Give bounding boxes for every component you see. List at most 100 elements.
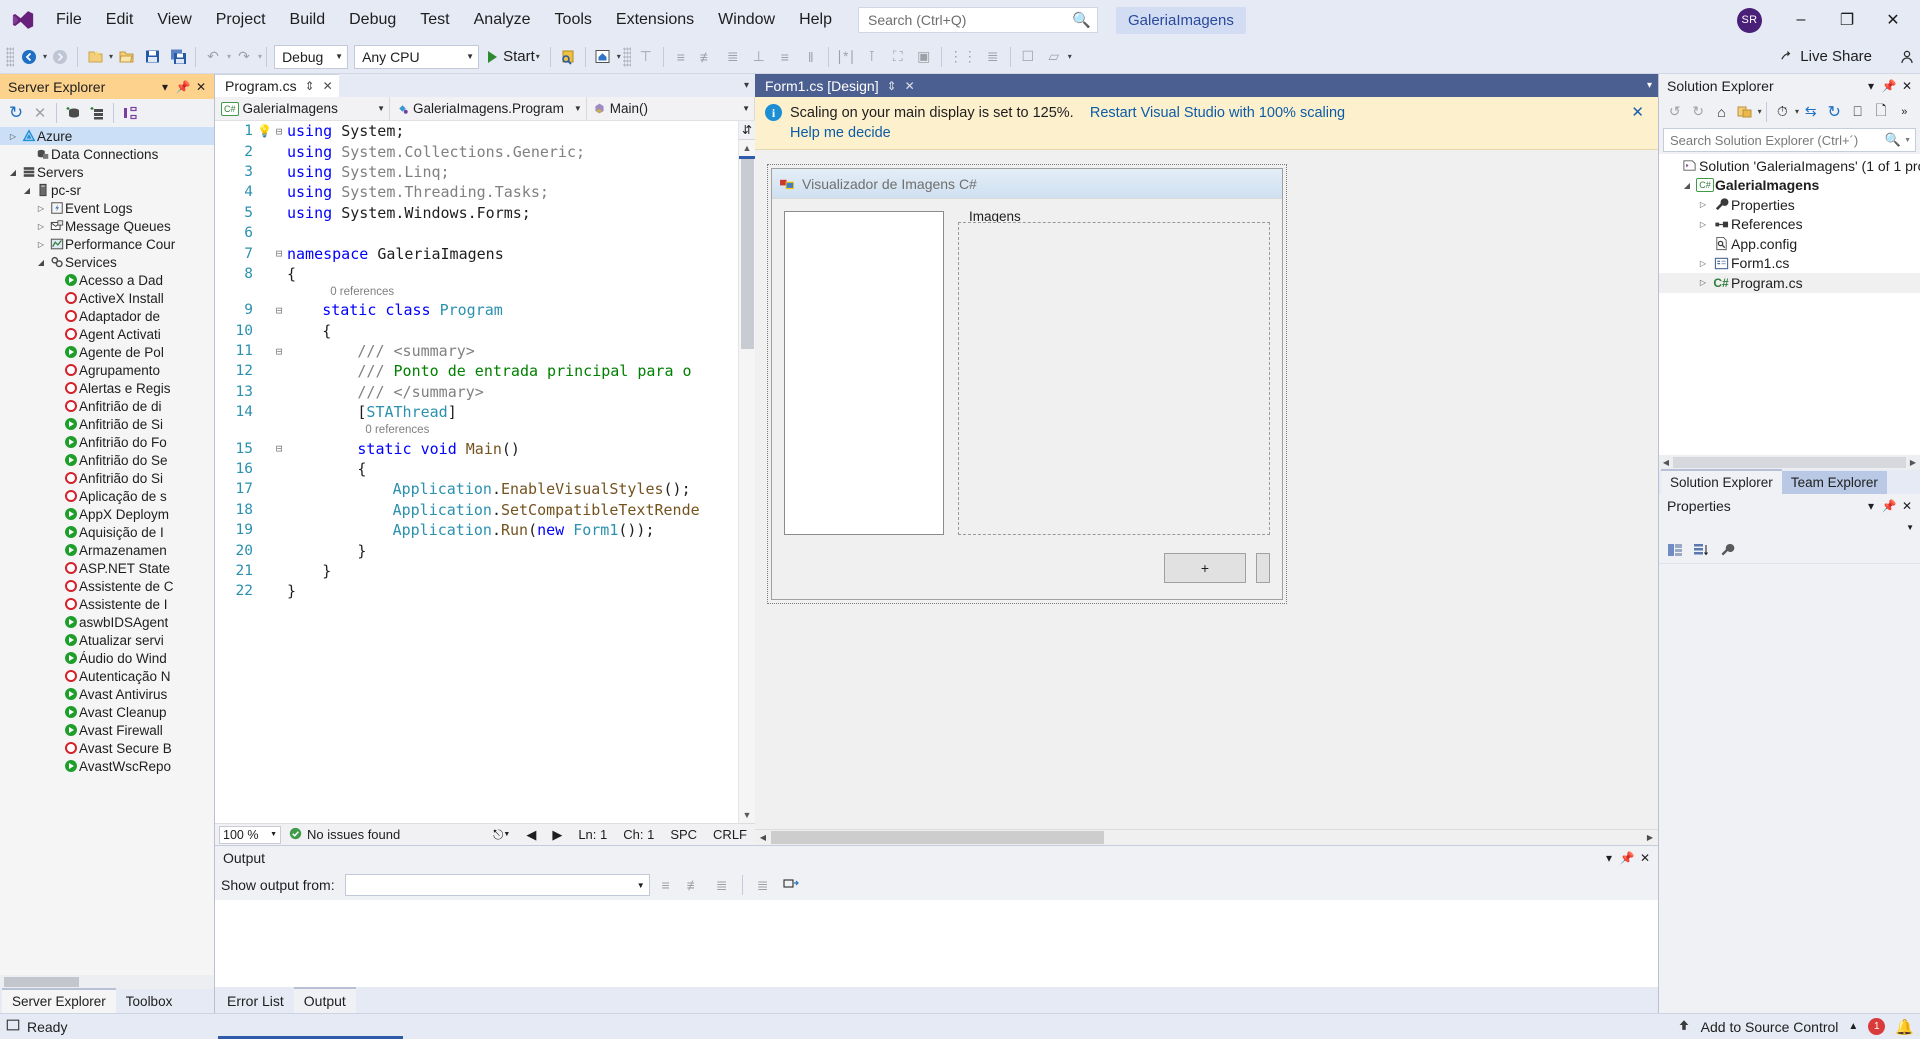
open-file-button[interactable] [113,44,139,70]
menu-edit[interactable]: Edit [94,6,146,34]
server-explorer-node[interactable]: Áudio do Wind [0,649,214,667]
add-image-button[interactable]: + [1164,553,1246,583]
code-line[interactable]: 20} [215,540,738,560]
server-explorer-node[interactable]: Data Connections [0,145,214,163]
clear-all-icon[interactable]: ≢ [682,874,706,896]
add-server-icon[interactable] [85,102,109,124]
menu-help[interactable]: Help [787,6,844,34]
code-line[interactable]: 3using System.Linq; [215,162,738,182]
solution-search-input[interactable]: Search Solution Explorer (Ctrl+´) 🔍 ▼ [1663,128,1916,152]
menu-build[interactable]: Build [278,6,338,34]
tab-pin-icon[interactable]: ⇕ [887,79,897,93]
server-explorer-node[interactable]: Assistente de C [0,577,214,595]
designer-canvas[interactable]: Visualizador de Imagens C# Imagens + [755,150,1658,829]
server-explorer-node[interactable]: Avast Secure B [0,739,214,757]
server-explorer-node[interactable]: Autenticação N [0,667,214,685]
expander-icon[interactable]: ▷ [1695,259,1711,268]
switch-views-icon[interactable] [1733,101,1756,123]
align-centers-button[interactable]: ≢ [694,44,720,70]
server-explorer-node[interactable]: ActiveX Install [0,289,214,307]
menu-view[interactable]: View [145,6,203,34]
code-line[interactable]: 4using System.Threading.Tasks; [215,182,738,202]
attach-to-process-button[interactable] [555,44,581,70]
code-line[interactable]: 17Application.EnableVisualStyles(); [215,479,738,499]
issues-status[interactable]: No issues found [281,827,408,843]
navigate-forward-button[interactable] [47,44,73,70]
server-explorer-node[interactable]: ◢pc-sr [0,181,214,199]
tab-close-icon[interactable]: ✕ [323,79,333,93]
tab-output[interactable]: Output [294,987,356,1013]
tab-close-icon[interactable]: ✕ [905,79,915,93]
tab-list-chevron-icon[interactable]: ▾ [1647,80,1652,91]
code-line[interactable]: 21} [215,561,738,581]
solution-platform-combo[interactable]: Any CPU ▼ [354,45,479,69]
refresh-icon[interactable]: ↻ [1822,101,1845,123]
server-explorer-node[interactable]: Aquisição de I [0,523,214,541]
properties-object-combo[interactable]: ▼ [1659,518,1920,536]
solution-hscrollbar[interactable]: ◀ ▶ [1659,455,1920,470]
tab-solution-explorer[interactable]: Solution Explorer [1661,469,1782,494]
close-panel-icon[interactable]: ✕ [192,77,210,97]
nav-project-combo[interactable]: C# GaleriaImagens ▼ [215,97,390,120]
tab-list-chevron-icon[interactable]: ▾ [744,80,749,91]
find-message-icon[interactable]: ≡ [654,874,678,896]
start-debug-button[interactable]: Start ▾ [482,44,546,70]
back-icon[interactable]: ↺ [1663,101,1686,123]
code-line[interactable]: 1💡⊟using System; [215,121,738,141]
code-line[interactable]: 14[STAThread] [215,402,738,422]
redo-caret-icon[interactable]: ▾ [258,52,262,61]
output-text-area[interactable] [215,900,1658,987]
window-menu-icon[interactable]: ▾ [156,77,174,97]
server-explorer-node[interactable]: Avast Cleanup [0,703,214,721]
vscroll-thumb[interactable] [741,159,754,349]
menu-file[interactable]: File [44,6,94,34]
menu-analyze[interactable]: Analyze [462,6,543,34]
output-source-combo[interactable]: ▼ [345,874,650,896]
size-to-grid-button[interactable]: ∣*∣ [833,44,859,70]
source-control-chevron-icon[interactable]: ▲ [1848,1021,1858,1032]
server-explorer-node[interactable]: Agente de Pol [0,343,214,361]
server-explorer-node[interactable]: AvastWscRepo [0,757,214,775]
code-lens-references[interactable]: 0 references [215,422,738,438]
show-all-files-icon[interactable]: 🗋 [1869,101,1892,123]
expander-icon[interactable]: ◢ [34,258,48,267]
code-line[interactable]: 15⊟static void Main() [215,438,738,458]
prev-issue-icon[interactable]: ◀ [518,827,544,843]
vertical-spacing-button[interactable]: ≣ [980,44,1006,70]
expander-icon[interactable]: ▷ [34,222,48,231]
scroll-left-icon[interactable]: ◀ [755,833,771,842]
toolbar-overflow-icon[interactable]: ▾ [1068,52,1072,61]
server-explorer-node[interactable]: ▷Message Queues [0,217,214,235]
menu-window[interactable]: Window [706,6,787,34]
server-explorer-node[interactable]: Avast Antivirus [0,685,214,703]
scroll-up-icon[interactable]: ▲ [743,140,752,156]
split-view-button[interactable]: ⇵ [739,121,756,140]
alphabetical-view-icon[interactable] [1689,539,1713,561]
notifications-bell-icon[interactable]: 🔔 [1895,1018,1914,1036]
undo-button[interactable]: ↶ [200,44,226,70]
fold-toggle-icon[interactable]: ⊟ [271,345,287,358]
delete-icon[interactable]: ✕ [28,102,52,124]
server-explorer-node[interactable]: Armazenamen [0,541,214,559]
server-explorer-node[interactable]: AppX Deploym [0,505,214,523]
server-explorer-node[interactable]: Avast Firewall [0,721,214,739]
designer-hscroll-track[interactable] [771,831,1642,844]
solution-explorer-tree[interactable]: Solution 'GaleriaImagens' (1 of 1 projec… [1659,154,1920,455]
expander-icon[interactable]: ◢ [6,168,20,177]
search-options-caret-icon[interactable]: ▼ [1904,137,1911,144]
code-line[interactable]: 13/// </summary> [215,382,738,402]
live-preview-caret-icon[interactable]: ▾ [617,52,621,61]
server-explorer-node[interactable]: Anfitrião do Fo [0,433,214,451]
solution-tree-node[interactable]: ▷References [1659,215,1920,235]
toolbar-overflow-icon[interactable]: » [1893,101,1916,123]
nav-member-combo[interactable]: Main() ▼ [587,97,755,120]
collapse-all-icon[interactable]: ⎕ [1846,101,1869,123]
server-explorer-node[interactable]: Adaptador de [0,307,214,325]
live-share-button[interactable]: Live Share [1769,47,1882,66]
horizontal-spacing-button[interactable]: ⋮⋮ [946,44,980,70]
editor-vertical-scrollbar[interactable]: ⇵ ▲ ▼ [738,121,755,823]
server-explorer-node[interactable]: ▷Event Logs [0,199,214,217]
solution-configuration-combo[interactable]: Debug ▼ [274,45,348,69]
solution-tree-node[interactable]: ▷C#Program.cs [1659,273,1920,293]
align-rights-button[interactable]: ≣ [720,44,746,70]
